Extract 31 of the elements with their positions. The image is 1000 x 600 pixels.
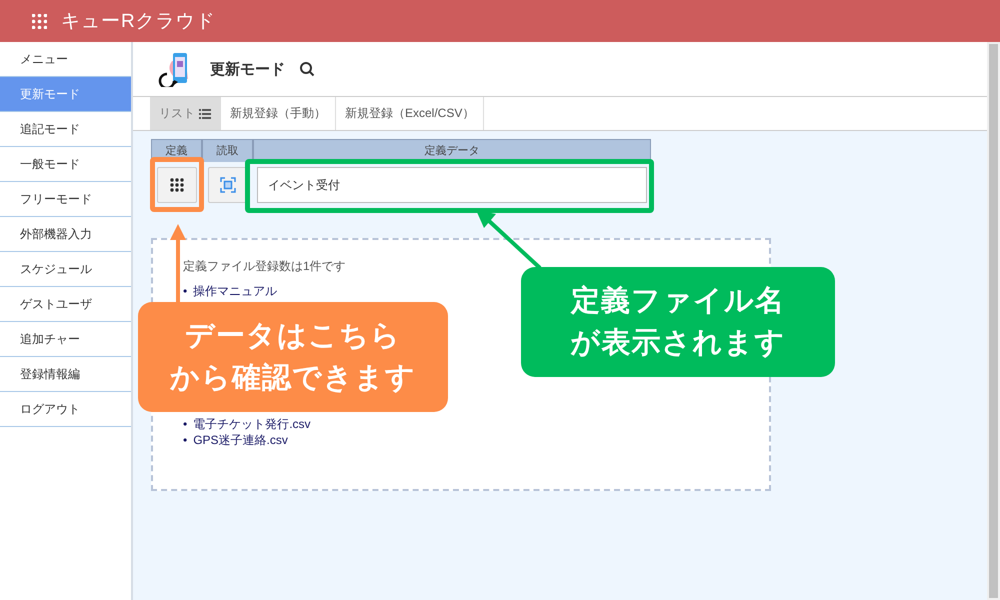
- sidebar-item[interactable]: 登録情報編: [0, 357, 131, 392]
- bullet: •: [183, 416, 188, 432]
- sidebar-item[interactable]: 追加チャー: [0, 322, 131, 357]
- sidebar-item[interactable]: ゲストユーザ: [0, 287, 131, 322]
- definition-field[interactable]: イベント受付: [257, 167, 647, 203]
- callout-note: 定義ファイル名 が表示されます: [521, 267, 835, 377]
- sidebar-item[interactable]: ログアウト: [0, 392, 131, 427]
- scan-button[interactable]: [208, 167, 248, 203]
- bullet: •: [183, 283, 188, 299]
- file-link[interactable]: GPS迷子連絡.csv: [193, 432, 288, 448]
- file-link[interactable]: 操作マニュアル: [193, 283, 278, 299]
- dots-grid-icon: [170, 178, 184, 192]
- registration-count-text: 定義ファイル登録数は1件です: [183, 258, 347, 275]
- qr-scan-icon: [220, 177, 236, 193]
- list-icon: [199, 108, 211, 118]
- search-icon[interactable]: [299, 61, 315, 77]
- scrollbar[interactable]: [987, 42, 1000, 600]
- callout-note: データはこちら から確認できます: [138, 302, 448, 412]
- grid-button[interactable]: [156, 167, 196, 203]
- sidebar-item[interactable]: フリーモード: [0, 182, 131, 217]
- file-link[interactable]: 電子チケット発行.csv: [193, 416, 311, 432]
- column-header: 読取: [202, 139, 253, 162]
- app-title: キューRクラウド: [61, 10, 216, 34]
- sidebar-item[interactable]: 追記モード: [0, 112, 131, 147]
- app-grid-icon[interactable]: [32, 14, 47, 28]
- sidebar-item[interactable]: 外部機器入力: [0, 217, 131, 252]
- page-title: 更新モード: [210, 60, 285, 78]
- sidebar-item[interactable]: スケジュール: [0, 252, 131, 287]
- arrow: [476, 210, 542, 270]
- sidebar-item[interactable]: 一般モード: [0, 147, 131, 182]
- bullet: •: [183, 432, 188, 448]
